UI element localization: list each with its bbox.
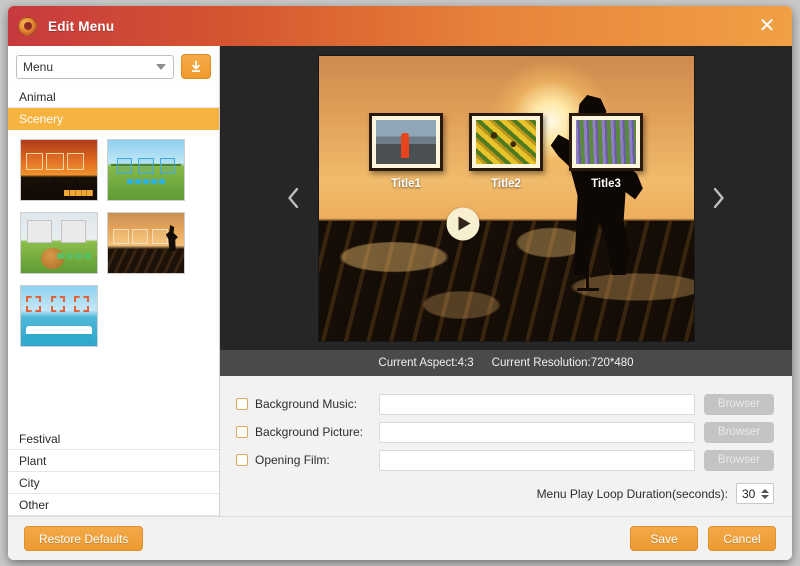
menu-preview-area: Title1 Title2 Title3	[220, 46, 792, 350]
stepper-up-icon	[761, 489, 769, 493]
play-button[interactable]	[446, 207, 479, 240]
template-thumbnail-grid	[8, 130, 219, 428]
sidebar-toolbar: Menu	[8, 46, 219, 86]
opening-film-row: Opening Film: Browser	[236, 446, 774, 474]
background-picture-label: Background Picture:	[255, 425, 379, 439]
chapter-frame-1	[369, 113, 443, 171]
chapter-frame-3	[569, 113, 643, 171]
background-picture-row: Background Picture: Browser	[236, 418, 774, 446]
opening-film-checkbox[interactable]	[236, 454, 248, 466]
stepper-arrows-icon[interactable]	[761, 489, 769, 499]
loop-duration-value: 30	[742, 487, 755, 501]
chapter-thumbnails: Title1 Title2 Title3	[319, 113, 694, 190]
menu-stage: Title1 Title2 Title3	[319, 56, 694, 341]
chevron-left-icon	[286, 187, 300, 209]
edit-menu-dialog: Edit Menu ✕ Menu Animal Scenery	[8, 6, 792, 560]
dialog-footer: Restore Defaults Save Cancel	[8, 516, 792, 560]
status-bar: Current Aspect:4:3 Current Resolution:72…	[220, 350, 792, 376]
play-icon	[459, 217, 471, 231]
next-page-button[interactable]	[704, 178, 734, 218]
loop-duration-stepper[interactable]: 30	[736, 483, 774, 504]
background-music-input[interactable]	[379, 394, 695, 415]
sidebar-item-scenery[interactable]: Scenery	[8, 108, 219, 130]
chapter-title-1[interactable]: Title1	[369, 178, 443, 190]
cancel-button[interactable]: Cancel	[708, 526, 776, 551]
template-thumb-photographer[interactable]	[107, 212, 185, 274]
stepper-down-icon	[761, 495, 769, 499]
menu-type-dropdown-value: Menu	[23, 60, 53, 74]
template-thumb-sunset-cactus[interactable]	[20, 139, 98, 201]
ground-texture	[319, 221, 694, 341]
loop-duration-label: Menu Play Loop Duration(seconds):	[537, 487, 728, 501]
background-music-row: Background Music: Browser	[236, 390, 774, 418]
previous-page-button[interactable]	[278, 178, 308, 218]
sidebar-item-plant[interactable]: Plant	[8, 450, 219, 472]
download-icon	[189, 60, 203, 74]
opening-film-label: Opening Film:	[255, 453, 379, 467]
category-list-bottom: Festival Plant City Other	[8, 428, 219, 516]
sidebar-item-city[interactable]: City	[8, 472, 219, 494]
template-thumb-hay-bale[interactable]	[20, 212, 98, 274]
background-picture-browse-button[interactable]: Browser	[704, 422, 774, 443]
chapter-title-3[interactable]: Title3	[569, 178, 643, 190]
loop-duration-row: Menu Play Loop Duration(seconds): 30	[236, 483, 774, 504]
current-resolution-label: Current Resolution:720*480	[492, 357, 634, 369]
title-bar: Edit Menu ✕	[8, 6, 792, 46]
chapter-item-1[interactable]: Title1	[369, 113, 443, 190]
chevron-down-icon	[156, 64, 166, 70]
chapter-item-2[interactable]: Title2	[469, 113, 543, 190]
current-aspect-label: Current Aspect:4:3	[378, 357, 473, 369]
dialog-body: Menu Animal Scenery	[8, 46, 792, 516]
background-music-browse-button[interactable]: Browser	[704, 394, 774, 415]
chapter-frame-2	[469, 113, 543, 171]
download-button[interactable]	[181, 54, 211, 79]
opening-film-input[interactable]	[379, 450, 695, 471]
save-button[interactable]: Save	[630, 526, 698, 551]
background-music-checkbox[interactable]	[236, 398, 248, 410]
restore-defaults-button[interactable]: Restore Defaults	[24, 526, 143, 551]
menu-type-dropdown[interactable]: Menu	[16, 55, 174, 79]
category-list-top: Animal Scenery	[8, 86, 219, 130]
background-music-label: Background Music:	[255, 397, 379, 411]
opening-film-browse-button[interactable]: Browser	[704, 450, 774, 471]
template-thumb-beach-boat[interactable]	[20, 285, 98, 347]
app-logo-icon	[18, 17, 37, 36]
preview-pane: Title1 Title2 Title3	[220, 46, 792, 516]
background-picture-checkbox[interactable]	[236, 426, 248, 438]
chevron-right-icon	[712, 187, 726, 209]
sidebar-item-other[interactable]: Other	[8, 494, 219, 516]
close-icon[interactable]: ✕	[756, 15, 778, 37]
background-picture-input[interactable]	[379, 422, 695, 443]
template-thumb-green-field[interactable]	[107, 139, 185, 201]
options-panel: Background Music: Browser Background Pic…	[220, 376, 792, 516]
sidebar-item-animal[interactable]: Animal	[8, 86, 219, 108]
window-title: Edit Menu	[48, 19, 114, 34]
template-sidebar: Menu Animal Scenery	[8, 46, 220, 516]
chapter-item-3[interactable]: Title3	[569, 113, 643, 190]
sidebar-item-festival[interactable]: Festival	[8, 428, 219, 450]
chapter-title-2[interactable]: Title2	[469, 178, 543, 190]
